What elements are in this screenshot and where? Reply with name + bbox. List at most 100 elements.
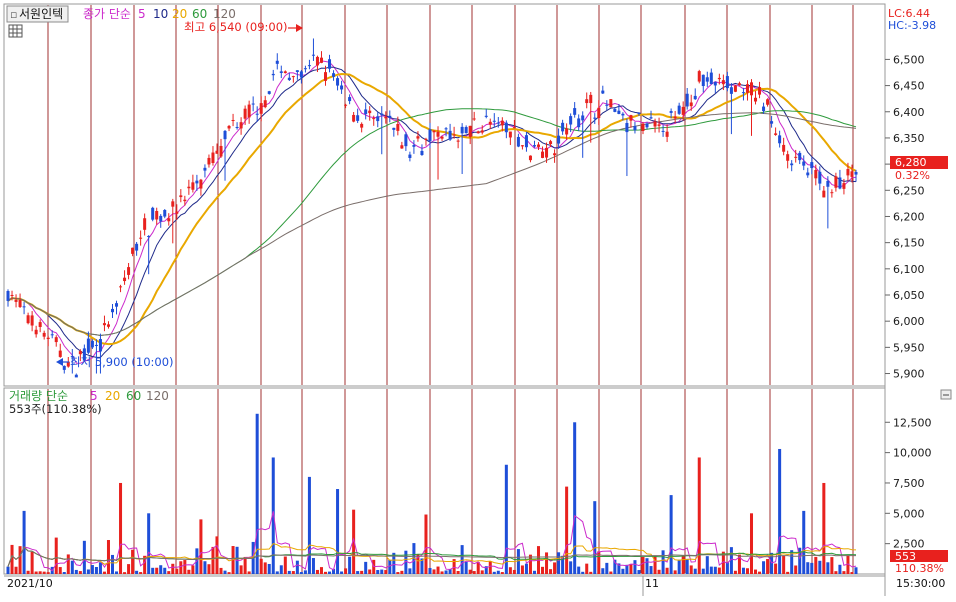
candle-body xyxy=(689,102,693,107)
candle-body xyxy=(609,99,613,108)
price-tick-label: 6,150 xyxy=(893,237,925,250)
volume-bar xyxy=(512,569,516,574)
candle-body xyxy=(211,152,215,164)
volume-bar xyxy=(709,566,713,574)
volume-bar xyxy=(733,570,737,574)
volume-bar xyxy=(637,570,641,574)
volume-bar xyxy=(219,567,223,574)
candle-body xyxy=(810,162,814,169)
candle-body xyxy=(524,135,528,148)
volume-bar xyxy=(90,565,94,574)
volume-bar xyxy=(565,486,569,574)
candle-body xyxy=(669,111,673,113)
candle-body xyxy=(766,99,770,105)
candle-body xyxy=(593,117,597,119)
volume-bar xyxy=(464,561,468,574)
candle-body xyxy=(685,93,689,107)
candle-body xyxy=(175,211,179,214)
volume-bar xyxy=(183,560,187,574)
candle-body xyxy=(127,267,131,275)
candle-body xyxy=(557,135,561,144)
volume-bar xyxy=(348,556,352,574)
price-tick-label: 6,500 xyxy=(893,53,925,66)
volume-bar xyxy=(364,561,368,574)
candle-body xyxy=(336,78,340,86)
candle-body xyxy=(545,147,549,158)
ma60-legend[interactable]: 60 xyxy=(192,7,207,21)
candle-body xyxy=(794,156,798,158)
volume-bar xyxy=(705,556,709,574)
candle-body xyxy=(737,83,741,86)
volume-bar xyxy=(376,570,380,574)
candle-body xyxy=(492,120,496,122)
volume-bar xyxy=(657,569,661,574)
candle-body xyxy=(520,145,524,147)
volume-bar xyxy=(689,565,693,574)
vol-ma120-legend[interactable]: 120 xyxy=(146,389,169,403)
candle-body xyxy=(231,119,235,121)
candle-body xyxy=(332,73,336,77)
volume-bar xyxy=(685,558,689,574)
candle-body xyxy=(440,136,444,139)
candle-body xyxy=(287,77,291,81)
candle-body xyxy=(830,192,834,194)
volume-bar xyxy=(717,567,721,574)
hc-readout: HC:-3.98 xyxy=(888,19,936,32)
candle-body xyxy=(416,136,420,139)
ma120-legend[interactable]: 120 xyxy=(213,7,236,21)
candle-body xyxy=(119,286,123,288)
volume-bar xyxy=(850,572,854,574)
price-tick-label: 6,250 xyxy=(893,184,925,197)
candle-body xyxy=(456,140,460,142)
candle-body xyxy=(219,145,223,157)
candle-body xyxy=(745,84,749,93)
volume-bar xyxy=(18,546,22,574)
volume-bar xyxy=(319,567,323,574)
volume-bar xyxy=(295,560,299,574)
candle-body xyxy=(448,130,452,140)
time-right: 15:30:00 xyxy=(896,577,945,590)
vol-ma20-legend[interactable]: 20 xyxy=(105,389,120,403)
volume-bar xyxy=(524,563,528,574)
volume-tick-label: 12,500 xyxy=(893,416,932,429)
candle-body xyxy=(770,121,774,124)
candle-body xyxy=(721,80,725,85)
candle-body xyxy=(392,127,396,130)
volume-bar xyxy=(291,571,295,574)
vol-ma5-legend[interactable]: 5 xyxy=(90,389,98,403)
volume-bar xyxy=(267,563,271,574)
candle-body xyxy=(110,308,115,313)
current-volume-pct: 110.38% xyxy=(895,562,944,575)
volume-bar xyxy=(854,567,858,574)
candle-body xyxy=(42,332,46,337)
volume-bar xyxy=(528,554,532,574)
candle-body xyxy=(532,145,536,147)
volume-bar xyxy=(741,567,745,574)
volume-bar xyxy=(340,571,344,574)
ma10-legend[interactable]: 10 xyxy=(153,7,168,21)
volume-bar xyxy=(782,555,786,574)
volume-bar xyxy=(14,566,18,574)
volume-bar xyxy=(227,572,231,574)
volume-bar xyxy=(770,552,774,574)
ma5-legend[interactable]: 5 xyxy=(138,7,146,21)
volume-tick-label: 2,500 xyxy=(893,538,925,551)
candle-body xyxy=(653,121,657,127)
volume-bar xyxy=(123,572,127,574)
volume-bar xyxy=(179,561,183,574)
candle-body xyxy=(657,124,661,126)
candle-body xyxy=(569,116,573,125)
vol-ma60-legend[interactable]: 60 xyxy=(126,389,141,403)
candle-body xyxy=(34,329,38,335)
candle-body xyxy=(645,123,649,128)
volume-bar xyxy=(207,564,211,574)
volume-bar xyxy=(810,562,814,574)
volume-bar xyxy=(328,571,332,574)
candle-body xyxy=(368,110,372,114)
candle-body xyxy=(802,161,806,166)
stock-chart: 6,5006,4506,4006,3506,3006,2506,2006,150… xyxy=(0,0,956,598)
table-icon[interactable] xyxy=(8,24,23,38)
volume-bar xyxy=(26,570,30,574)
ma20-legend[interactable]: 20 xyxy=(172,7,187,21)
candle-body xyxy=(758,87,762,95)
